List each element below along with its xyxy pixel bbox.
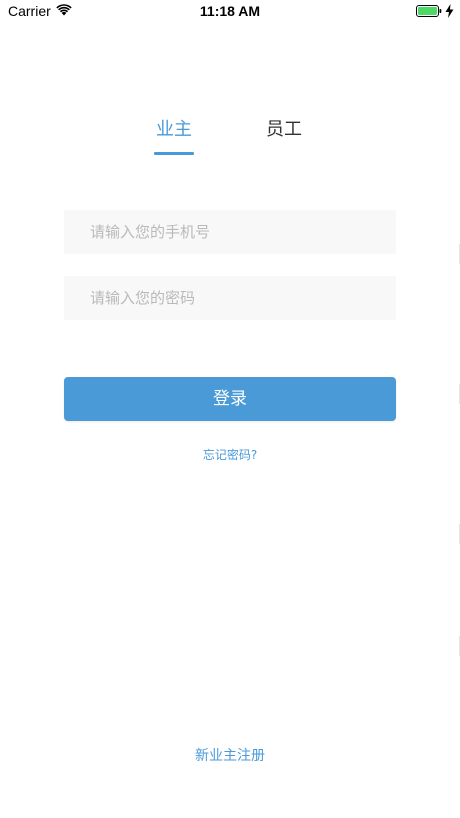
tab-owner[interactable]: 业主 bbox=[144, 118, 204, 142]
phone-input[interactable] bbox=[64, 210, 396, 254]
forgot-password-link[interactable]: 忘记密码? bbox=[0, 446, 460, 463]
password-input[interactable] bbox=[64, 276, 396, 320]
login-screen: Carrier 11:18 AM 业主 员工 登录 忘记密码? 新业主注册 bbox=[0, 0, 460, 818]
status-time: 11:18 AM bbox=[199, 3, 261, 19]
tab-staff[interactable]: 员工 bbox=[254, 118, 314, 142]
register-owner-link[interactable]: 新业主注册 bbox=[0, 745, 460, 765]
login-button[interactable]: 登录 bbox=[64, 377, 396, 421]
charging-bolt-icon bbox=[445, 4, 454, 18]
battery-icon bbox=[416, 5, 442, 17]
active-tab-indicator bbox=[154, 152, 194, 155]
status-bar: Carrier 11:18 AM bbox=[0, 0, 460, 24]
